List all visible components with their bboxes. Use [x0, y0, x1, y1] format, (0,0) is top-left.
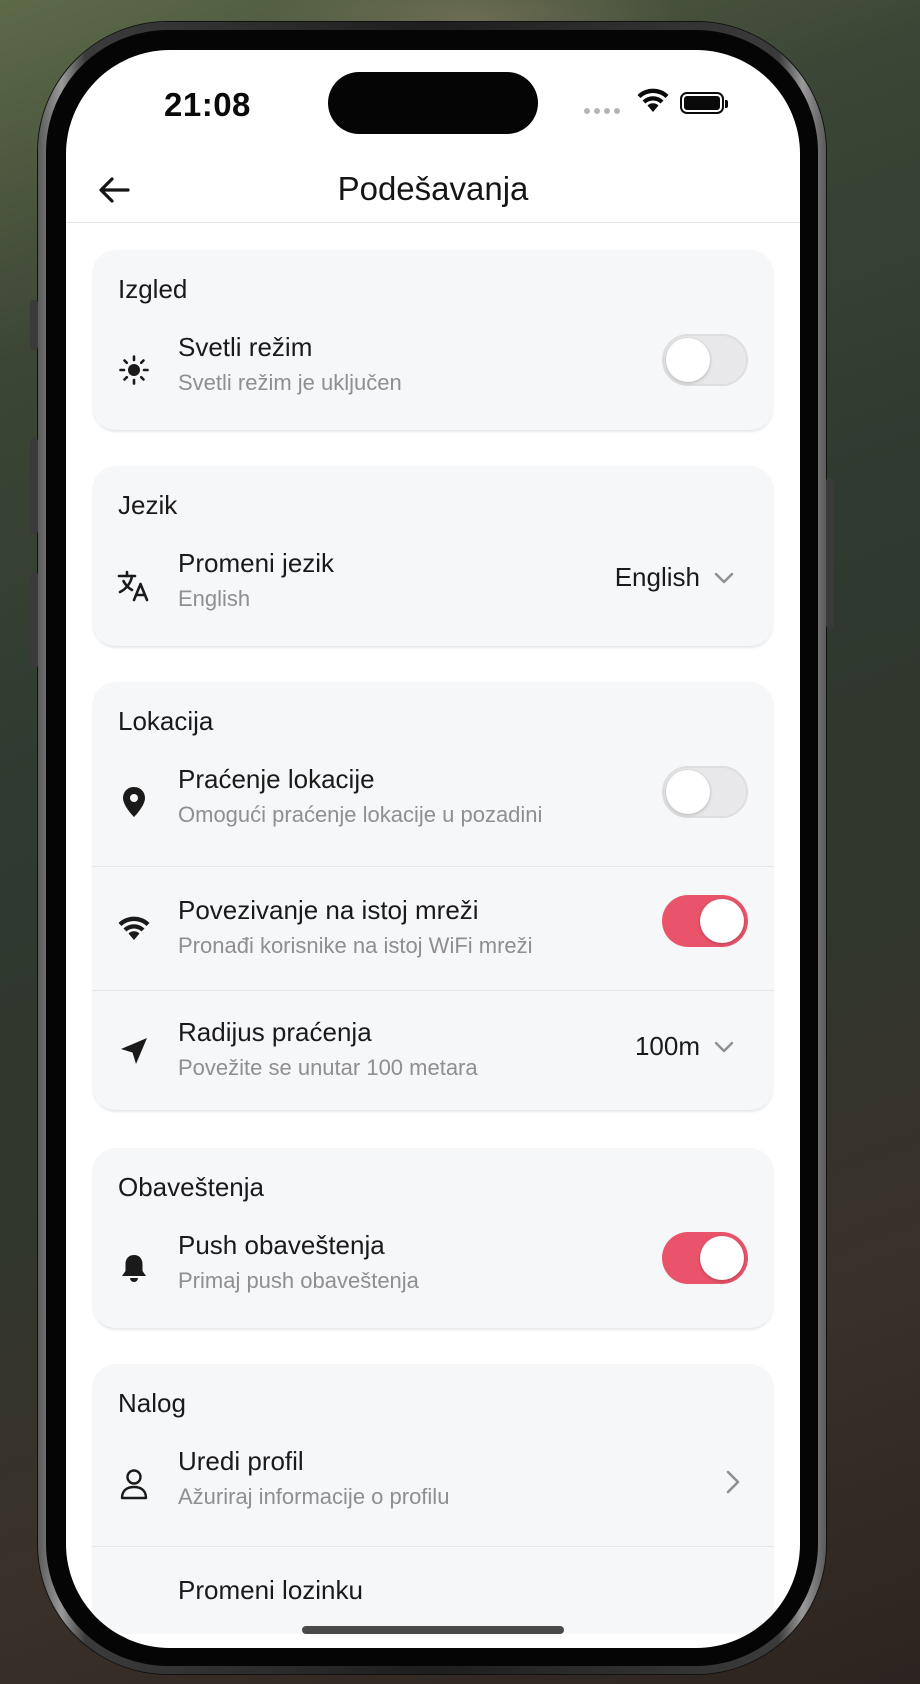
account-section: Nalog Uredi profil Ažuriraj informacije … [92, 1364, 774, 1634]
section-title: Obaveštenja [118, 1172, 264, 1202]
location-tracking-toggle[interactable] [662, 766, 748, 818]
chevron-right-icon[interactable] [726, 1470, 740, 1494]
change-password-row[interactable]: Promeni lozinku [92, 1546, 774, 1634]
language-section: Jezik Promeni jezik English English [92, 466, 774, 646]
section-title: Lokacija [118, 706, 214, 736]
row-subtitle: Ažuriraj informacije o profilu [178, 1484, 450, 1509]
tracking-radius-row[interactable]: Radijus praćenja Povežite se unutar 100 … [92, 990, 774, 1111]
same-network-row[interactable]: Povezivanje na istoj mreži Pronađi koris… [92, 866, 774, 991]
dynamic-island [328, 72, 538, 134]
light-mode-row[interactable]: Svetli režim Svetli režim je uključen [92, 322, 774, 430]
row-subtitle: English [178, 586, 251, 611]
battery-icon [680, 92, 728, 114]
app-screen: 21:08 Podešavanja Izgled Svetli režim Sv… [66, 50, 800, 1648]
same-network-toggle[interactable] [662, 895, 748, 947]
section-title: Izgled [118, 274, 188, 304]
wifi-icon [116, 911, 152, 947]
row-label: Radijus praćenja [178, 1017, 372, 1047]
section-title: Nalog [118, 1388, 186, 1418]
volume-down-button [30, 572, 38, 668]
action-button [30, 300, 38, 350]
row-subtitle: Povežite se unutar 100 metara [178, 1055, 478, 1080]
notifications-section: Obaveštenja Push obaveštenja Primaj push… [92, 1148, 774, 1328]
bell-icon [116, 1250, 152, 1286]
app-header: Podešavanja [66, 160, 800, 223]
change-language-row[interactable]: Promeni jezik English English [92, 538, 774, 646]
wifi-status-icon [637, 88, 669, 112]
home-indicator[interactable] [302, 1626, 564, 1634]
row-label: Praćenje lokacije [178, 764, 375, 794]
cellular-signal-icon [584, 108, 620, 114]
settings-list[interactable]: Izgled Svetli režim Svetli režim je uklj… [66, 222, 800, 1634]
chevron-down-icon [714, 572, 734, 583]
power-button [826, 478, 834, 628]
location-section: Lokacija Praćenje lokacije Omogući praće… [92, 682, 774, 1110]
user-icon [116, 1466, 152, 1502]
sun-icon [116, 352, 152, 388]
light-mode-toggle[interactable] [662, 334, 748, 386]
location-pin-icon [116, 784, 152, 820]
row-label: Svetli režim [178, 332, 313, 362]
page-title: Podešavanja [337, 170, 529, 207]
radius-select-value: 100m [634, 1031, 700, 1061]
row-label: Uredi profil [178, 1446, 304, 1476]
volume-up-button [30, 438, 38, 534]
edit-profile-row[interactable]: Uredi profil Ažuriraj informacije o prof… [92, 1436, 774, 1544]
row-label: Promeni jezik [178, 548, 335, 578]
section-title: Jezik [118, 490, 178, 520]
radius-select[interactable]: 100m [635, 1031, 734, 1062]
language-select-value: English [614, 562, 700, 592]
language-select[interactable]: English [615, 562, 734, 593]
status-time: 21:08 [164, 86, 251, 123]
translate-icon [116, 568, 152, 604]
row-subtitle: Omogući praćenje lokacije u pozadini [178, 802, 543, 827]
row-subtitle: Svetli režim je uključen [178, 370, 402, 395]
push-notifications-row[interactable]: Push obaveštenja Primaj push obaveštenja [92, 1220, 774, 1328]
chevron-down-icon [714, 1041, 734, 1052]
row-label: Promeni lozinku [178, 1575, 363, 1605]
row-label: Povezivanje na istoj mreži [178, 895, 479, 925]
navigation-arrow-icon [116, 1033, 152, 1069]
location-tracking-row[interactable]: Praćenje lokacije Omogući praćenje lokac… [92, 754, 774, 862]
push-notifications-toggle[interactable] [662, 1232, 748, 1284]
row-subtitle: Pronađi korisnike na istoj WiFi mreži [178, 933, 533, 958]
row-subtitle: Primaj push obaveštenja [178, 1268, 419, 1293]
appearance-section: Izgled Svetli režim Svetli režim je uklj… [92, 250, 774, 430]
row-label: Push obaveštenja [178, 1230, 385, 1260]
